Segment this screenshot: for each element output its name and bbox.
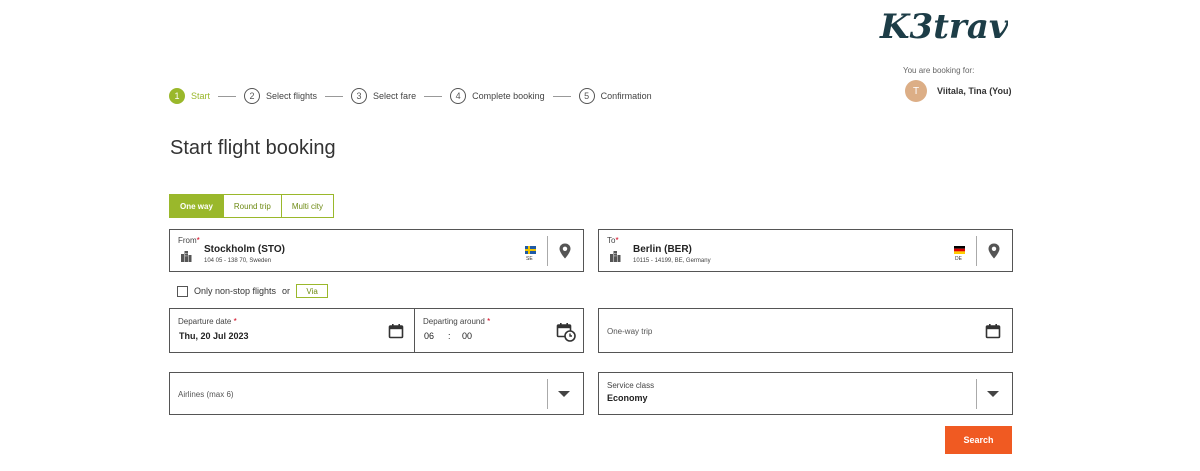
step-label: Confirmation <box>600 91 652 101</box>
k3travel-logo[interactable]: K3travel <box>878 2 1043 52</box>
booking-for: You are booking for: T Viitala, Tina (Yo… <box>903 66 1033 102</box>
via-button[interactable]: Via <box>296 284 329 298</box>
return-date-field[interactable]: One-way trip <box>598 308 1013 353</box>
chevron-down-icon[interactable] <box>987 391 999 397</box>
step-divider <box>424 95 443 97</box>
multi-city-button[interactable]: Multi city <box>281 195 333 217</box>
sweden-flag-icon <box>525 246 536 254</box>
germany-flag-icon <box>954 246 965 254</box>
step-label: Complete booking <box>472 91 545 101</box>
step-divider <box>325 95 344 97</box>
nonstop-checkbox[interactable] <box>177 285 188 297</box>
airlines-select[interactable]: Airlines (max 6) <box>169 372 584 415</box>
nonstop-label[interactable]: Only non-stop flights <box>194 286 276 296</box>
calendar-clock-icon[interactable] <box>556 322 576 342</box>
step-label: Start <box>191 91 211 101</box>
airlines-placeholder: Airlines (max 6) <box>178 390 234 399</box>
page-title: Start flight booking <box>170 137 336 159</box>
departure-date-value: Thu, 20 Jul 2023 <box>179 331 249 341</box>
field-divider <box>414 309 415 352</box>
to-field[interactable]: To* Berlin (BER) 10115 - 14199, BE, Germ… <box>598 229 1013 272</box>
service-class-value: Economy <box>607 393 648 403</box>
from-value: Stockholm (STO) <box>204 244 285 255</box>
from-field[interactable]: From* Stockholm (STO) 104 05 - 138 70, S… <box>169 229 584 272</box>
service-class-select[interactable]: Service class Economy <box>598 372 1013 415</box>
departure-hour[interactable]: 06 <box>424 331 434 341</box>
traveler-selector[interactable]: T Viitala, Tina (You) <box>903 80 1033 104</box>
departure-date-field[interactable]: Departure date * Thu, 20 Jul 2023 Depart… <box>169 308 584 353</box>
to-value: Berlin (BER) <box>633 244 692 255</box>
departure-date-label: Departure date * <box>178 317 237 326</box>
required-mark: * <box>487 317 491 326</box>
location-pin-icon[interactable] <box>987 243 1001 259</box>
step-select-flights: 2 Select flights <box>244 88 317 104</box>
logo-graphic: K3travel <box>879 7 1043 47</box>
return-date-placeholder: One-way trip <box>607 327 653 336</box>
traveler-name: Viitala, Tina (You) <box>937 86 1012 96</box>
chevron-down-icon[interactable] <box>558 391 570 397</box>
to-label: To* <box>607 236 619 245</box>
step-number: 5 <box>578 88 595 104</box>
departure-date-label-text: Departure date <box>178 317 232 326</box>
booking-stepper: 1 Start 2 Select flights 3 Select fare 4… <box>169 87 652 105</box>
nonstop-row: Only non-stop flights or Via <box>177 284 329 298</box>
to-postal-range: 10115 - 14199, BE, Germany <box>633 258 711 264</box>
field-divider <box>547 236 548 266</box>
field-divider <box>547 379 548 409</box>
required-mark: * <box>615 236 619 245</box>
departure-minute[interactable]: 00 <box>462 331 472 341</box>
to-country-code: DE <box>955 256 962 262</box>
calendar-icon[interactable] <box>985 323 1001 339</box>
from-label: From* <box>178 236 200 245</box>
logo-text: K3travel <box>879 7 1008 47</box>
required-mark: * <box>233 317 237 326</box>
time-separator: : <box>448 331 451 341</box>
step-number: 4 <box>450 88 467 104</box>
from-postal-range: 104 05 - 138 70, Sweden <box>204 258 272 264</box>
step-start: 1 Start <box>169 88 210 104</box>
location-pin-icon[interactable] <box>558 243 572 259</box>
city-icon <box>610 251 621 262</box>
step-number: 3 <box>351 88 368 104</box>
round-trip-button[interactable]: Round trip <box>223 195 282 217</box>
step-select-fare: 3 Select fare <box>351 88 416 104</box>
field-divider <box>976 236 977 266</box>
required-mark: * <box>196 236 200 245</box>
search-button[interactable]: Search <box>945 426 1012 454</box>
step-label: Select fare <box>373 91 417 101</box>
from-label-text: From <box>178 236 197 245</box>
departing-around-label: Departing around * <box>423 317 490 326</box>
step-divider <box>218 95 237 97</box>
or-label: or <box>282 286 291 296</box>
departing-around-label-text: Departing around <box>423 317 485 326</box>
avatar: T <box>905 80 927 102</box>
step-label: Select flights <box>266 91 318 101</box>
step-confirmation: 5 Confirmation <box>578 88 652 104</box>
city-icon <box>181 251 192 262</box>
step-number: 2 <box>244 88 261 104</box>
step-complete-booking: 4 Complete booking <box>450 88 545 104</box>
trip-type-toggle: One way Round trip Multi city <box>169 194 334 218</box>
calendar-icon[interactable] <box>388 323 404 339</box>
booking-for-label: You are booking for: <box>903 66 975 75</box>
from-country-code: SE <box>526 256 533 262</box>
step-divider <box>552 95 571 97</box>
step-number: 1 <box>169 88 185 104</box>
service-class-label: Service class <box>607 381 655 390</box>
one-way-button[interactable]: One way <box>170 195 224 217</box>
field-divider <box>976 379 977 409</box>
